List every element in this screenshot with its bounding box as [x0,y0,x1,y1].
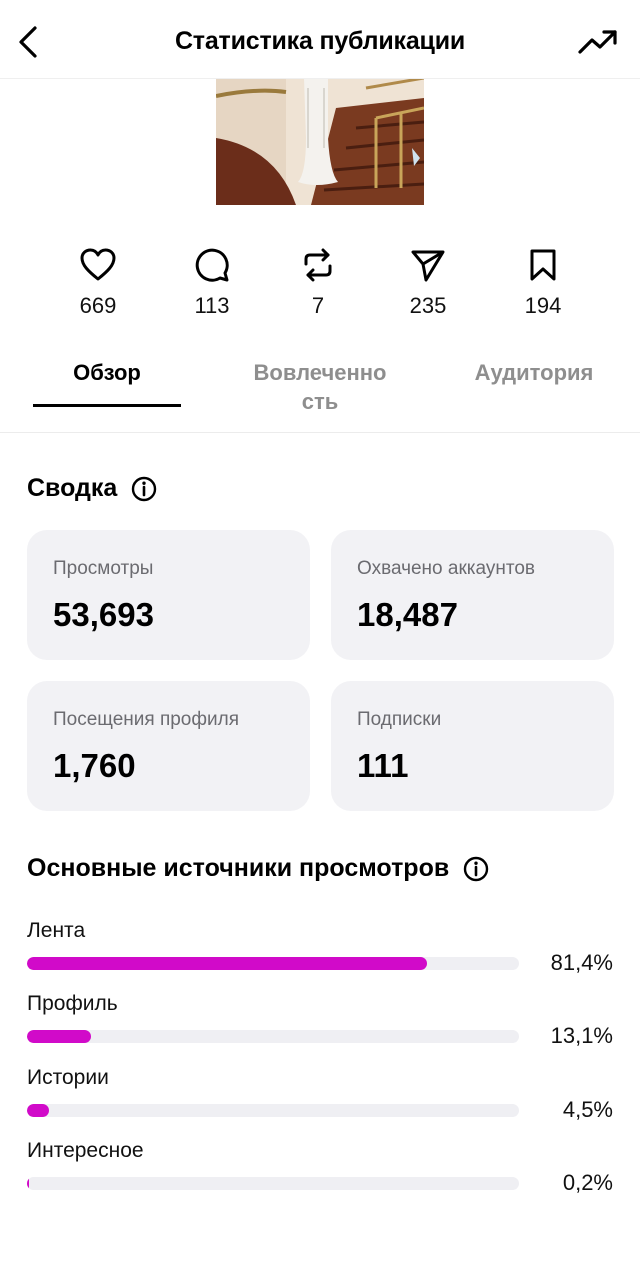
sources-title: Основные источники просмотров [27,854,450,882]
tab-engagement[interactable]: Вовлеченно сть [240,358,400,416]
source-percent: 0,2% [562,1170,613,1195]
trending-up-icon [578,30,617,54]
source-name: Интересное [27,1139,144,1162]
reposts-count: 7 [311,293,325,318]
heart-icon [80,248,116,281]
reposts-stat[interactable]: 7 [273,245,363,319]
accounts-reached-value: 18,487 [357,596,458,633]
page-title: Статистика публикации [174,27,466,55]
summary-title: Сводка [27,474,118,502]
top-bar: Статистика публикации [0,0,640,79]
source-percent: 13,1% [550,1023,613,1048]
summary-section-title: Сводка [27,474,157,503]
profile-visits-card[interactable]: Посещения профиля 1,760 [27,681,310,811]
bookmark-icon [530,249,556,281]
trend-button[interactable] [576,22,620,62]
source-progress-track [27,1030,519,1043]
comments-stat[interactable]: 113 [167,245,257,319]
send-icon [411,250,445,282]
active-tab-indicator [33,404,181,407]
source-progress-fill [27,957,428,970]
shares-count: 235 [409,293,447,318]
follows-card[interactable]: Подписки 111 [331,681,614,811]
insights-tabs: Обзор Вовлеченно сть Аудитория [0,352,640,433]
source-progress-track [27,1104,519,1117]
likes-stat[interactable]: 669 [53,245,143,319]
sources-section-title: Основные источники просмотров [27,854,489,883]
follows-label: Подписки [357,709,442,730]
shares-stat[interactable]: 235 [383,245,473,319]
post-stats-row: 669 113 7 235 194 [0,245,640,325]
source-percent: 81,4% [550,950,613,975]
source-percent: 4,5% [562,1097,613,1122]
comment-icon [195,248,229,282]
sources-info-icon[interactable] [463,856,489,882]
profile-visits-label: Посещения профиля [53,709,239,730]
post-thumbnail[interactable] [216,78,424,205]
views-card[interactable]: Просмотры 53,693 [27,530,310,660]
tab-audience[interactable]: Аудитория [460,358,608,387]
views-value: 53,693 [53,596,154,633]
source-row-explore: Интересное 0,2% [27,1139,617,1209]
accounts-reached-card[interactable]: Охвачено аккаунтов 18,487 [331,530,614,660]
profile-visits-value: 1,760 [53,747,136,784]
views-label: Просмотры [53,558,154,579]
source-row-feed: Лента 81,4% [27,919,617,989]
source-progress-track [27,957,519,970]
tab-overview[interactable]: Обзор [33,358,181,387]
comments-count: 113 [194,293,230,318]
source-row-profile: Профиль 13,1% [27,992,617,1062]
source-progress-fill [27,1030,92,1043]
source-name: Истории [27,1066,109,1089]
likes-count: 669 [79,293,117,318]
repost-icon [304,248,332,282]
saves-count: 194 [524,293,562,318]
accounts-reached-label: Охвачено аккаунтов [357,558,536,579]
source-row-stories: Истории 4,5% [27,1066,617,1136]
follows-value: 111 [357,747,409,784]
source-name: Профиль [27,992,118,1015]
summary-info-icon[interactable] [131,476,157,502]
post-photo [216,78,424,205]
source-name: Лента [27,919,86,942]
source-progress-fill [27,1104,50,1117]
source-progress-fill [27,1177,30,1190]
source-progress-track [27,1177,519,1190]
saves-stat[interactable]: 194 [498,245,588,319]
